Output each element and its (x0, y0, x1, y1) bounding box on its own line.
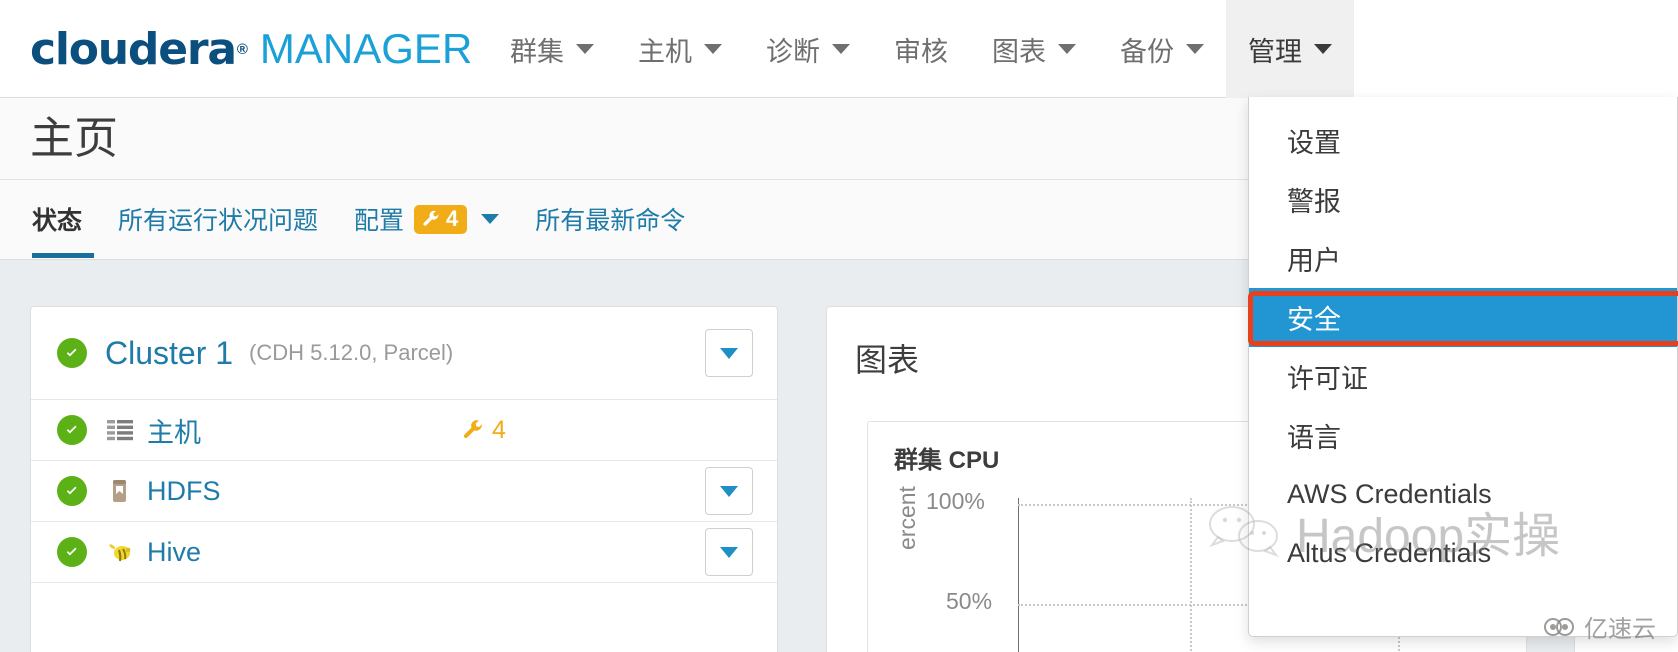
wrench-icon (423, 210, 439, 226)
cluster-actions-dropdown-button[interactable] (705, 329, 753, 377)
menu-label-users: 用户 (1287, 246, 1341, 276)
menu-item-settings[interactable]: 设置 (1249, 111, 1677, 170)
tab-all-health-issues[interactable]: 所有运行状况问题 (100, 180, 336, 258)
cloudera-manager-logo[interactable]: cloudera ® MANAGER (30, 20, 472, 78)
tab-all-recent-commands[interactable]: 所有最新命令 (517, 180, 703, 258)
hive-bee-icon (105, 537, 135, 567)
nav-item-hosts[interactable]: 主机 (616, 0, 744, 98)
tab-label-configuration: 配置 (354, 207, 405, 235)
tab-label-all-recent-commands: 所有最新命令 (535, 207, 686, 235)
nav-item-backup[interactable]: 备份 (1098, 0, 1226, 98)
wrench-icon (463, 420, 483, 439)
service-name-hive[interactable]: Hive (147, 537, 201, 568)
logo-manager-text: MANAGER (259, 25, 473, 72)
check-circle-icon (57, 476, 87, 506)
menu-item-language[interactable]: 语言 (1249, 406, 1677, 465)
service-name-hosts[interactable]: 主机 (147, 411, 201, 450)
tab-label-status: 状态 (32, 207, 83, 235)
tab-configuration[interactable]: 配置 4 (336, 180, 517, 258)
nav-label-clusters: 群集 (510, 36, 564, 67)
page-title: 主页 (30, 114, 118, 163)
nav-label-administration: 管理 (1248, 36, 1302, 67)
chevron-down-icon (720, 485, 738, 497)
cluster-status-card: Cluster 1 (CDH 5.12.0, Parcel) 主机 4 HDFS… (30, 306, 778, 652)
active-tab-underline (32, 253, 95, 258)
configuration-wrench-badge[interactable]: 4 (414, 204, 468, 234)
y-axis-line (1018, 498, 1019, 652)
chevron-down-icon (576, 44, 594, 54)
nav-label-charts: 图表 (992, 36, 1046, 67)
hdfs-actions-dropdown-button[interactable] (705, 467, 753, 515)
main-nav: 群集 主机 诊断 审核 图表 备份 管理 (488, 0, 1354, 98)
logo-registered-mark: ® (236, 40, 248, 58)
chevron-down-icon (1058, 44, 1076, 54)
nav-item-clusters[interactable]: 群集 (488, 0, 616, 98)
menu-item-security[interactable]: 安全 (1249, 288, 1677, 347)
nav-item-charts[interactable]: 图表 (970, 0, 1098, 98)
menu-label-license: 许可证 (1287, 364, 1368, 394)
tab-status[interactable]: 状态 (30, 180, 100, 258)
y-axis-title: ercent (894, 486, 920, 550)
service-row-hive: Hive (31, 521, 777, 582)
menu-label-security: 安全 (1287, 305, 1341, 335)
nav-label-hosts: 主机 (638, 36, 692, 67)
hosts-config-warning-count: 4 (492, 415, 506, 444)
y-tick-label-100: 100% (926, 488, 985, 514)
service-name-hdfs[interactable]: HDFS (147, 476, 221, 507)
chevron-down-icon (704, 44, 722, 54)
service-row-next-partial (31, 582, 777, 643)
chevron-down-icon (1314, 44, 1332, 54)
watermark-hadoop: Hadoop实操 (1206, 496, 1560, 566)
check-circle-icon (57, 537, 87, 567)
check-circle-icon (57, 415, 87, 445)
nav-label-audits: 审核 (894, 36, 948, 67)
y-tick-label-50: 50% (946, 588, 993, 614)
chevron-down-icon (720, 546, 738, 558)
hosts-list-icon (105, 415, 135, 445)
chevron-down-icon[interactable] (481, 214, 500, 224)
wechat-icon (1209, 506, 1279, 558)
nav-item-diagnostics[interactable]: 诊断 (744, 0, 872, 98)
top-navigation-bar: cloudera ® MANAGER 群集 主机 诊断 审核 图表 备份 管理 (0, 0, 1678, 98)
configuration-badge-count: 4 (446, 205, 459, 231)
menu-label-language: 语言 (1287, 423, 1341, 453)
screenshot-root: cloudera ® MANAGER 群集 主机 诊断 审核 图表 备份 管理 … (0, 0, 1678, 652)
chevron-down-icon (1186, 44, 1204, 54)
cloud-icon (1544, 617, 1574, 636)
menu-item-users[interactable]: 用户 (1249, 229, 1677, 288)
menu-item-license[interactable]: 许可证 (1249, 347, 1677, 406)
hosts-config-warning[interactable]: 4 (461, 416, 506, 445)
cluster-name-link[interactable]: Cluster 1 (105, 335, 233, 372)
check-circle-icon (57, 338, 87, 368)
nav-item-audits[interactable]: 审核 (872, 0, 970, 98)
nav-label-backup: 备份 (1120, 36, 1174, 67)
service-row-hdfs: HDFS (31, 460, 777, 521)
hdfs-icon (105, 476, 135, 506)
nav-item-administration[interactable]: 管理 (1226, 0, 1354, 98)
service-row-hosts: 主机 4 (31, 399, 777, 460)
nav-label-diagnostics: 诊断 (766, 36, 820, 67)
cluster-version-label: (CDH 5.12.0, Parcel) (249, 340, 454, 365)
watermark-yisu: 亿速云 (1542, 609, 1656, 644)
watermark-yisu-text: 亿速云 (1584, 616, 1656, 643)
watermark-hadoop-text: Hadoop实操 (1296, 510, 1561, 563)
gridline-vertical-1 (1190, 498, 1192, 652)
logo-cloudera-text: cloudera (30, 23, 237, 75)
menu-label-alerts: 警报 (1287, 187, 1341, 217)
menu-label-settings: 设置 (1287, 128, 1341, 158)
chevron-down-icon (832, 44, 850, 54)
cluster-header-row: Cluster 1 (CDH 5.12.0, Parcel) (31, 307, 777, 399)
hive-actions-dropdown-button[interactable] (705, 528, 753, 576)
menu-item-alerts[interactable]: 警报 (1249, 170, 1677, 229)
tab-label-all-health-issues: 所有运行状况问题 (118, 207, 319, 235)
chevron-down-icon (720, 347, 738, 359)
